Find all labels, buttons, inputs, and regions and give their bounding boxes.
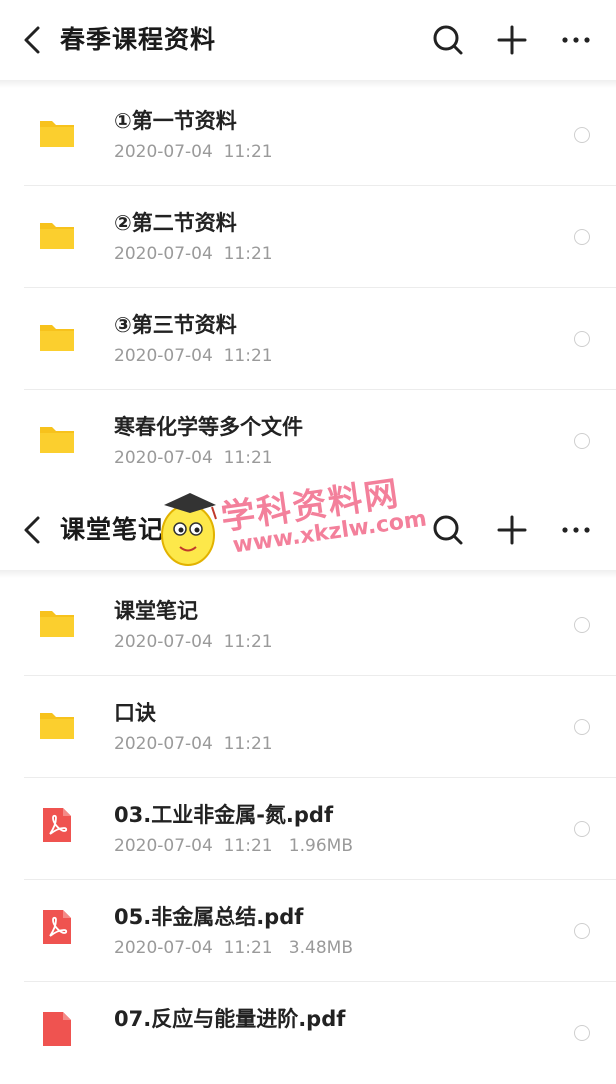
list-item[interactable]: ①第一节资料 2020-07-04 11:21 xyxy=(0,84,616,186)
folder-icon xyxy=(40,121,74,147)
select-radio[interactable] xyxy=(574,229,590,245)
page-title: 课堂笔记 xyxy=(60,515,165,544)
list-item[interactable]: 07.反应与能量进阶.pdf xyxy=(0,982,616,1084)
item-meta: 2020-07-04 11:21 xyxy=(114,142,273,162)
item-name: 寒春化学等多个文件 xyxy=(114,415,303,439)
folder-icon xyxy=(40,713,74,739)
search-icon[interactable] xyxy=(430,512,466,548)
item-meta: 2020-07-04 11:21 xyxy=(114,632,273,652)
file-list: 课堂笔记 2020-07-04 11:21 口诀 2020-07-04 11:2… xyxy=(0,574,616,1084)
pdf-file-icon xyxy=(43,1012,71,1046)
list-item[interactable]: ②第二节资料 2020-07-04 11:21 xyxy=(0,186,616,288)
item-name: 口诀 xyxy=(114,701,156,725)
item-meta: 2020-07-04 11:21 3.48MB xyxy=(114,938,353,958)
item-name: 03.工业非金属-氮.pdf xyxy=(114,803,334,827)
select-radio[interactable] xyxy=(574,127,590,143)
folder-icon xyxy=(40,427,74,453)
more-horizontal-icon[interactable] xyxy=(558,22,594,58)
select-radio[interactable] xyxy=(574,433,590,449)
item-name: 05.非金属总结.pdf xyxy=(114,905,304,929)
search-icon[interactable] xyxy=(430,22,466,58)
item-name: ①第一节资料 xyxy=(114,109,237,133)
top-panel: 春季课程资料 ①第一节资料 2020-07-04 11:21 ②第二节资料 20… xyxy=(0,0,616,490)
list-item[interactable]: ③第三节资料 2020-07-04 11:21 xyxy=(0,288,616,390)
select-radio[interactable] xyxy=(574,331,590,347)
list-item[interactable]: 课堂笔记 2020-07-04 11:21 xyxy=(0,574,616,676)
pdf-file-icon xyxy=(43,910,71,944)
chevron-left-icon[interactable] xyxy=(18,512,46,548)
select-radio[interactable] xyxy=(574,821,590,837)
plus-icon[interactable] xyxy=(494,512,530,548)
item-name: 07.反应与能量进阶.pdf xyxy=(114,1007,346,1031)
select-radio[interactable] xyxy=(574,1025,590,1041)
file-list: ①第一节资料 2020-07-04 11:21 ②第二节资料 2020-07-0… xyxy=(0,84,616,492)
folder-icon xyxy=(40,223,74,249)
folder-icon xyxy=(40,611,74,637)
folder-icon xyxy=(40,325,74,351)
select-radio[interactable] xyxy=(574,617,590,633)
select-radio[interactable] xyxy=(574,719,590,735)
select-radio[interactable] xyxy=(574,923,590,939)
item-name: ③第三节资料 xyxy=(114,313,237,337)
item-meta: 2020-07-04 11:21 xyxy=(114,244,273,264)
item-name: 课堂笔记 xyxy=(114,599,198,623)
list-item[interactable]: 05.非金属总结.pdf 2020-07-04 11:21 3.48MB xyxy=(0,880,616,982)
item-meta: 2020-07-04 11:21 xyxy=(114,734,273,754)
item-meta: 2020-07-04 11:21 1.96MB xyxy=(114,836,353,856)
more-horizontal-icon[interactable] xyxy=(558,512,594,548)
page-title: 春季课程资料 xyxy=(60,25,217,54)
item-meta: 2020-07-04 11:21 xyxy=(114,346,273,366)
pdf-file-icon xyxy=(43,808,71,842)
chevron-left-icon[interactable] xyxy=(18,22,46,58)
list-item[interactable]: 03.工业非金属-氮.pdf 2020-07-04 11:21 1.96MB xyxy=(0,778,616,880)
top-app-bar: 春季课程资料 xyxy=(0,0,616,88)
list-item[interactable]: 口诀 2020-07-04 11:21 xyxy=(0,676,616,778)
plus-icon[interactable] xyxy=(494,22,530,58)
item-name: ②第二节资料 xyxy=(114,211,237,235)
